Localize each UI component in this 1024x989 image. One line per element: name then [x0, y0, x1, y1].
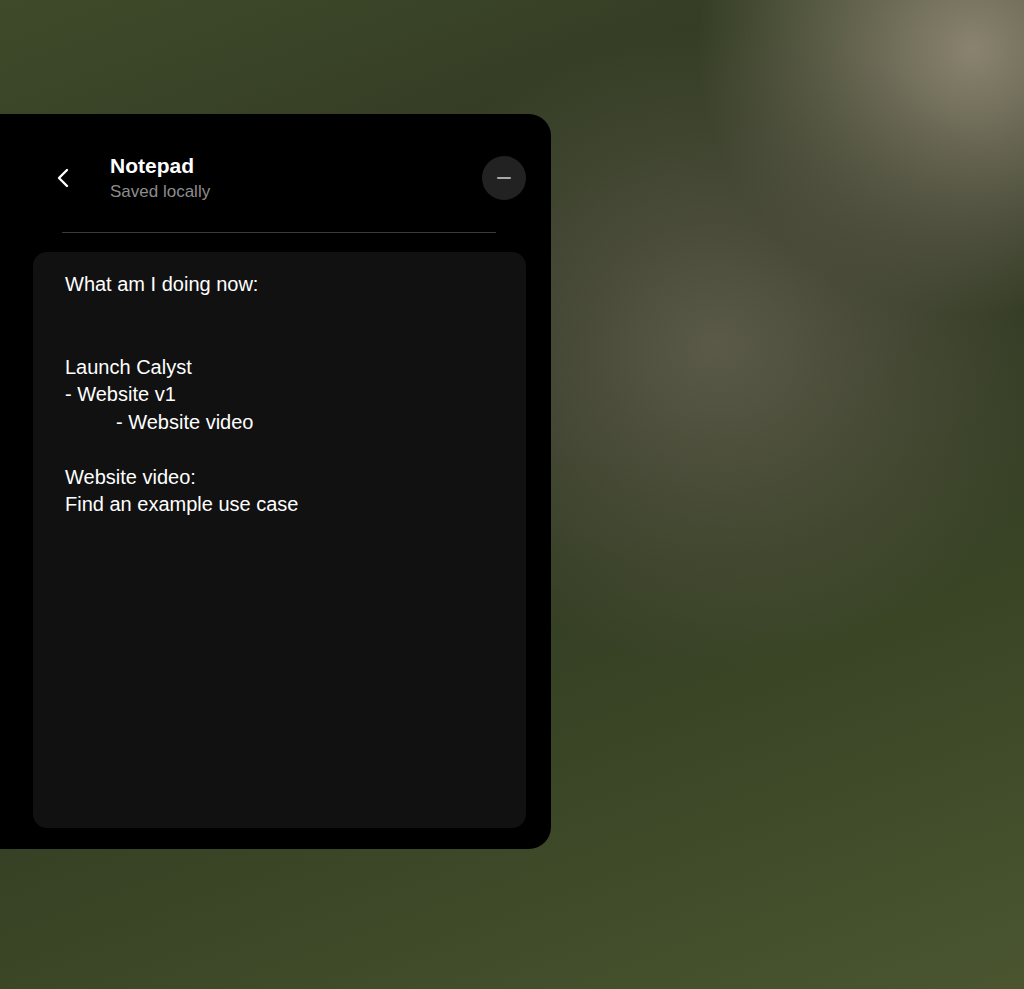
minimize-button[interactable]	[482, 156, 526, 200]
note-line[interactable]: What am I doing now:	[65, 271, 502, 299]
back-button[interactable]	[53, 163, 73, 193]
note-line[interactable]: Find an example use case	[65, 491, 502, 519]
notepad-header: NotepadSaved locally	[33, 148, 526, 208]
header-divider	[62, 232, 496, 233]
note-line[interactable]: - Website video	[65, 409, 502, 437]
notepad-window: NotepadSaved locally What am I doing now:…	[0, 114, 551, 849]
window-title: Notepad	[110, 153, 482, 179]
save-status: Saved locally	[110, 181, 482, 203]
note-line[interactable]: Launch Calyst	[65, 354, 502, 382]
note-editor[interactable]: What am I doing now:Launch Calyst- Websi…	[33, 252, 526, 828]
title-group: NotepadSaved locally	[110, 153, 482, 203]
chevron-left-icon	[57, 168, 69, 188]
desktop: NotepadSaved locally What am I doing now:…	[0, 0, 1024, 989]
note-line[interactable]: Website video:	[65, 464, 502, 492]
note-line[interactable]	[65, 299, 502, 327]
note-line[interactable]	[65, 326, 502, 354]
minus-icon	[496, 176, 512, 180]
note-line[interactable]: - Website v1	[65, 381, 502, 409]
note-line[interactable]	[65, 436, 502, 464]
